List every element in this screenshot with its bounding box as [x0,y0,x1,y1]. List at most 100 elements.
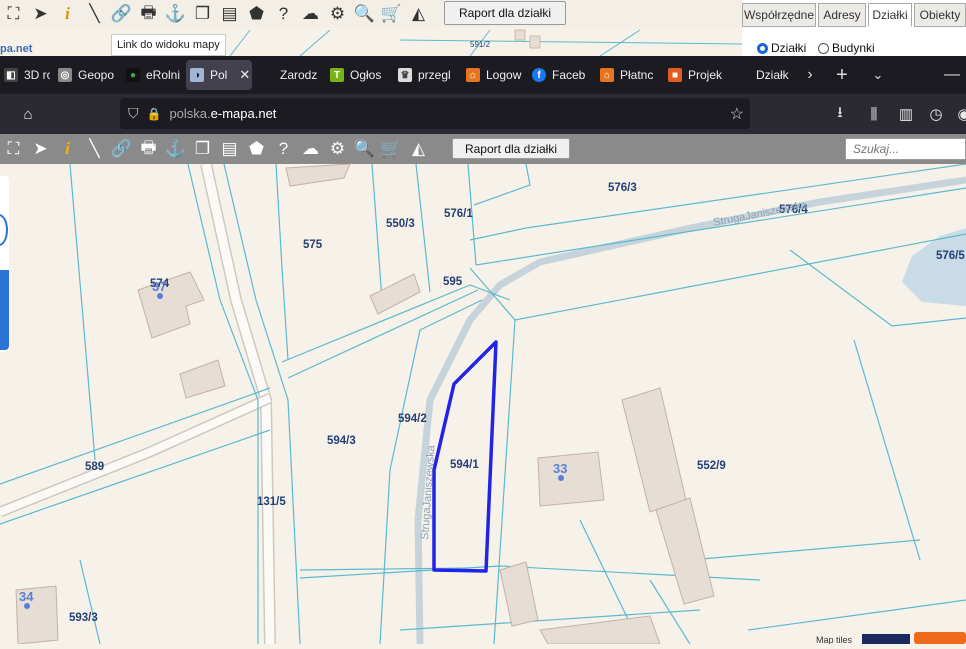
fullscreen-icon[interactable]: ⛶ [0,1,27,27]
scroll-tabs-right-icon[interactable]: › [796,60,824,90]
map-fragment-parcel: 591/2 [470,40,491,49]
list-tabs-icon[interactable]: ⌄ [864,60,892,90]
tab-adresy[interactable]: Adresy [818,3,866,27]
help-icon[interactable]: ? [270,1,297,27]
tab-label: przegl [418,68,451,82]
link-icon[interactable]: 🔗 [108,136,135,162]
info-icon[interactable]: i [54,1,81,27]
browser-tab[interactable]: ⌂ Płatnc [596,60,658,90]
tab-label: Projek [688,68,723,82]
tab-label: Faceb [552,68,586,82]
browser-tab-active[interactable]: ◑ Pol ✕ [186,60,252,90]
browser-tab[interactable]: ● eRolni [122,60,182,90]
parcel-label: 575 [303,239,323,251]
shape-icon[interactable]: ⬟ [243,1,270,27]
copy-icon[interactable]: ❐ [189,136,216,162]
shield-icon: ⛉ [128,105,139,121]
search-input[interactable] [845,138,966,160]
info-icon[interactable]: i [54,136,81,162]
layout-icon[interactable]: ▤ [216,1,243,27]
measure-icon[interactable]: ╲ [81,1,108,27]
pointer-icon[interactable]: ➤ [27,136,54,162]
downloads-icon[interactable]: ⭳ [828,102,852,126]
map-canvas[interactable]: 576/3 576/1 576/4 550/3 575 595 576/5 57… [0,162,966,645]
map-link-tooltip: Link do widoku mapy [111,34,226,56]
olx-icon: T [330,68,344,82]
warning-icon[interactable]: ◭ [405,136,432,162]
anchor-icon[interactable]: ⚓ [162,136,189,162]
browser-tab[interactable]: ◎ Geopo [54,60,114,90]
help-icon[interactable]: ? [270,136,297,162]
radio-budynki[interactable]: Budynki [818,41,875,55]
tab-label: Pol [210,68,228,82]
parcel-label: 552/9 [697,460,726,472]
browser-tab[interactable]: Działk [752,60,798,90]
radio-dzialki-label: Działki [771,41,807,55]
layout-icon[interactable]: ▤ [216,136,243,162]
print-icon[interactable]: 🖶 [135,136,162,162]
settings-icon[interactable]: ⚙ [324,1,351,27]
erolnik-icon: ● [126,68,140,82]
cloud-download-icon[interactable]: ☁ [297,1,324,27]
cart-icon[interactable]: 🛒 [378,136,405,162]
browser-tab[interactable]: f Faceb [528,60,590,90]
account-icon[interactable]: ◉ [952,102,966,126]
parcel-label: 576/1 [444,208,473,220]
cloud-download-icon[interactable]: ☁ [297,136,324,162]
tab-label: Zarodz [280,68,318,82]
tab-label: eRolni [146,68,181,82]
shape-icon[interactable]: ⬟ [243,136,270,162]
browser-tab[interactable]: T Ogłos [326,60,388,90]
browser-tab[interactable]: ■ Projek [664,60,724,90]
new-tab-icon[interactable]: + [828,60,856,90]
attribution-badge [862,634,910,644]
link-icon[interactable]: 🔗 [108,1,135,27]
map-toolbar: ⛶ ➤ i ╲ 🔗 🖶 ⚓ ❐ ▤ ⬟ ? ☁ ⚙ 🔍 🛒 ◭ Raport d… [0,134,966,164]
url-host: e-mapa.net [210,106,277,121]
parcel-label: 576/3 [608,182,637,194]
browser-tab[interactable]: Zarodz [276,60,320,90]
report-button[interactable]: Raport dla działki [452,138,570,159]
anchor-icon[interactable]: ⚓ [162,1,189,27]
parcel-label: 593/3 [69,612,98,624]
side-panel-blue[interactable] [0,270,9,350]
tab-wspolrzedne[interactable]: Współrzędne [742,3,816,27]
house-number: 34 [19,589,34,604]
warning-icon[interactable]: ◭ [405,1,432,27]
browser-nav-bar: ⌂ ⛉ 🔒 polska. e-mapa.net ☆ ⭳ ⫼ ▥ ◷ ◉ [0,94,966,134]
zoom-icon[interactable]: 🔍 [351,136,378,162]
sidebar-icon[interactable]: ▥ [894,102,918,126]
tab-label: Działk [756,68,789,82]
browser-tab[interactable]: ♛ przegl [394,60,454,90]
map-fragment-link: pa.net [0,43,33,55]
tab-label: Geopo [78,68,114,82]
settings-icon[interactable]: ⚙ [324,136,351,162]
bookmark-star-icon[interactable]: ☆ [730,104,744,124]
print-icon[interactable]: 🖶 [135,1,162,27]
measure-icon[interactable]: ╲ [81,136,108,162]
report-button-background[interactable]: Raport dla działki [444,1,566,25]
url-bar[interactable]: ⛉ 🔒 polska. e-mapa.net ☆ [120,98,750,129]
copy-icon[interactable]: ❐ [189,1,216,27]
cart-icon[interactable]: 🛒 [378,1,405,27]
fullscreen-icon[interactable]: ⛶ [0,136,27,162]
parcel-label: 594/2 [398,413,427,425]
emapa-icon: ◑ [190,68,204,82]
orange-badge[interactable] [914,632,966,644]
library-icon[interactable]: ⫼ [862,102,886,126]
minimize-icon[interactable]: — [938,60,966,90]
url-domain: polska. [169,106,211,121]
pointer-icon[interactable]: ➤ [27,1,54,27]
browser-tab[interactable]: ⌂ Logow [462,60,522,90]
tab-dzialki[interactable]: Działki [868,3,912,27]
radio-dzialki[interactable]: Działki [757,41,806,55]
background-map-app: pa.net 591/2 ⛶ ➤ i ╲ 🔗 🖶 ⚓ ❐ ▤ ⬟ ? ☁ ⚙ 🔍… [0,0,966,56]
parcel-label: 589 [85,461,104,473]
tab-label: Logow [486,68,522,82]
tab-obiekty[interactable]: Obiekty [914,3,966,27]
zoom-icon[interactable]: 🔍 [351,1,378,27]
browser-tab[interactable]: ◧ 3D ro [0,60,50,90]
close-tab-icon[interactable]: ✕ [239,67,250,83]
home-icon[interactable]: ⌂ [16,102,40,126]
history-icon[interactable]: ◷ [924,102,948,126]
